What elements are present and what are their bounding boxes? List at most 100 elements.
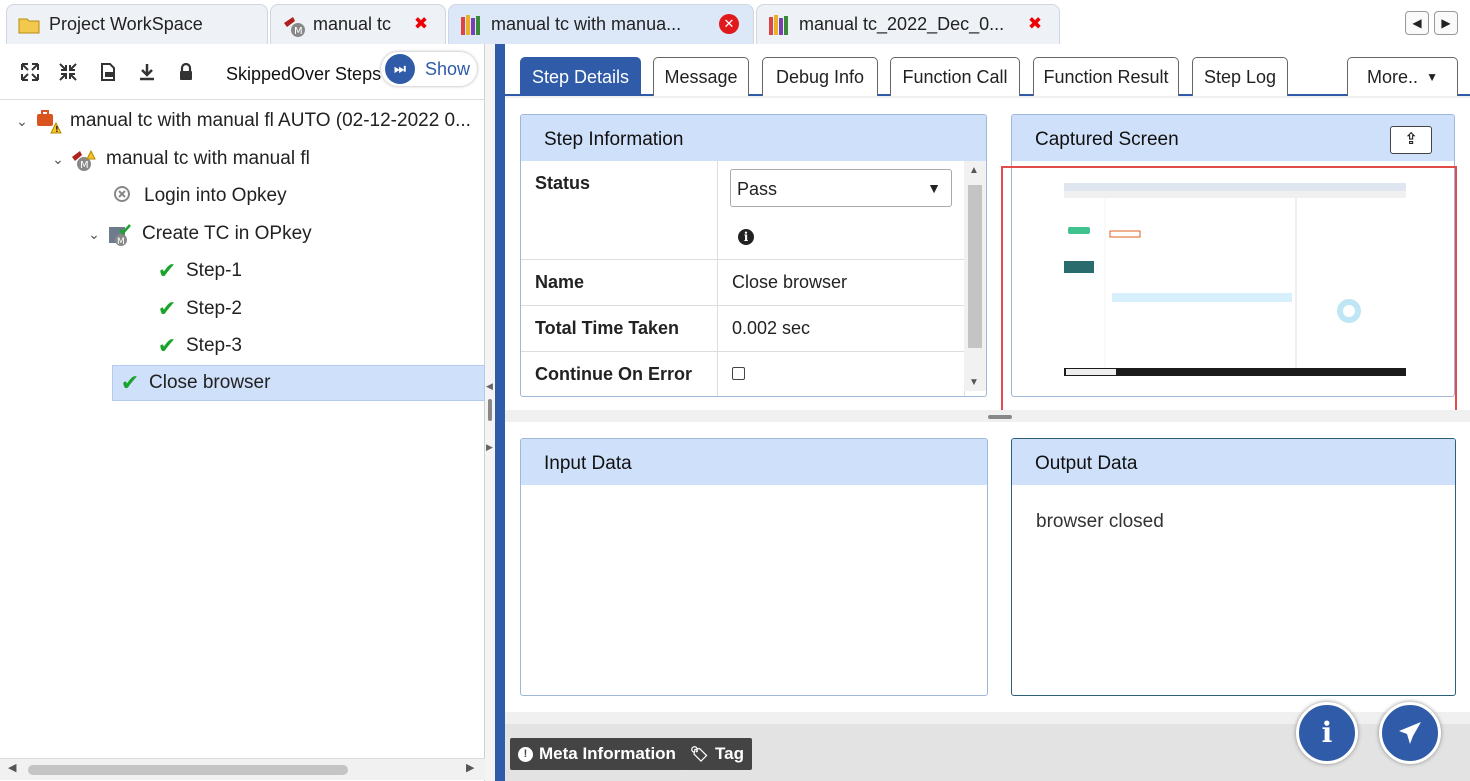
export-icon[interactable] (97, 62, 119, 84)
tab-manual-tc[interactable]: M manual tc ✖ (270, 4, 446, 44)
tab-function-call[interactable]: Function Call (890, 57, 1020, 96)
tab-step-details[interactable]: Step Details (520, 57, 641, 96)
check-icon: ✔ (157, 333, 177, 358)
tag-label: Tag (715, 744, 745, 763)
close-icon[interactable]: ✖ (411, 14, 431, 34)
info-icon: ! (518, 746, 533, 762)
tab-debug-info[interactable]: Debug Info (762, 57, 878, 96)
upload-icon[interactable]: ⇪ (1390, 126, 1432, 154)
tree-item-login[interactable]: Login into Opkey (110, 178, 485, 214)
skip-icon: ⏭ (385, 54, 415, 84)
tree-item-step-2[interactable]: ✔ Step-2 (154, 291, 485, 327)
collapse-left-icon[interactable]: ◀ (486, 381, 493, 392)
tag-button[interactable]: 🏷 Tag (682, 738, 753, 770)
caret-down-icon: ▼ (927, 180, 941, 196)
scroll-right-icon[interactable]: ▶ (1434, 11, 1458, 35)
close-icon[interactable]: ✖ (1025, 14, 1045, 34)
splitter-grip[interactable] (488, 399, 492, 421)
tree-item-label: Step-1 (186, 260, 242, 281)
check-icon: ✔ (157, 258, 177, 283)
tree-item-label: Login into Opkey (144, 185, 287, 206)
scroll-down-icon[interactable]: ▼ (969, 377, 979, 388)
step-information-card: Step Information Status Pass ▼ i Name Cl… (520, 114, 987, 397)
testcase-warning-icon: M (70, 146, 96, 172)
show-label: Show (425, 58, 471, 79)
horizontal-scrollbar[interactable]: ◀ ▶ (0, 758, 485, 780)
plane-fab[interactable] (1379, 702, 1441, 764)
scroll-thumb[interactable] (28, 765, 348, 775)
expand-right-icon[interactable]: ▶ (486, 442, 493, 453)
lock-icon[interactable] (175, 62, 197, 84)
scroll-thumb[interactable] (968, 185, 982, 348)
tree-item-label: manual tc with manual fl AUTO (02-12-202… (70, 110, 471, 131)
tree-item-label: Create TC in OPkey (142, 223, 312, 244)
tab-step-log[interactable]: Step Log (1192, 57, 1288, 96)
status-select[interactable]: Pass ▼ (730, 169, 952, 207)
tree-item-step-3[interactable]: ✔ Step-3 (154, 328, 485, 364)
step-information-title: Step Information (521, 115, 986, 161)
tab-project-workspace[interactable]: Project WorkSpace (6, 4, 268, 44)
tree-item-label: Step-3 (186, 335, 242, 356)
check-icon: ✔ (157, 296, 177, 321)
info-icon[interactable]: i (738, 229, 754, 245)
panel-splitter[interactable]: ◀ ▶ (485, 44, 495, 781)
tree-item-suite-run[interactable]: ⌄ ! manual tc with manual fl AUTO (02-12… (10, 103, 485, 139)
expand-icon[interactable] (19, 62, 41, 84)
tab-more[interactable]: More.. ▼ (1347, 57, 1458, 96)
tree-item-step-1[interactable]: ✔ Step-1 (154, 253, 485, 289)
check-icon: ✔ (120, 370, 140, 395)
collapse-icon[interactable] (57, 62, 79, 84)
tree-toolbar: SkippedOver Steps ⏭ Show (0, 44, 485, 100)
output-data-value: browser closed (1036, 511, 1164, 532)
vertical-scrollbar[interactable]: ▲ ▼ (964, 161, 986, 391)
info-fab[interactable]: i (1296, 702, 1358, 764)
show-skipped-toggle[interactable]: ⏭ Show (381, 52, 477, 86)
download-icon[interactable] (136, 62, 158, 84)
scroll-up-icon[interactable]: ▲ (969, 165, 979, 176)
scroll-left-arrow-icon[interactable]: ◀ (8, 761, 16, 774)
time-label: Total Time Taken (521, 305, 718, 352)
splitter-grip[interactable] (988, 415, 1012, 419)
chevron-down-icon[interactable]: ⌄ (46, 151, 70, 168)
skipped-over-steps-label: SkippedOver Steps (226, 64, 382, 84)
folder-icon (17, 13, 41, 37)
more-label: More.. (1367, 66, 1419, 87)
continue-on-error-label: Continue On Error (521, 351, 718, 396)
svg-text:M: M (117, 237, 125, 247)
tab-message[interactable]: Message (653, 57, 749, 96)
tab-label: manual tc (313, 14, 392, 34)
suite-icon (767, 13, 791, 37)
close-icon[interactable]: ✕ (719, 14, 739, 34)
function-library-icon: M (106, 221, 132, 247)
continue-on-error-checkbox[interactable] (732, 366, 745, 380)
svg-text:M: M (294, 26, 303, 37)
tree-item-create-tc[interactable]: ⌄ M Create TC in OPkey (82, 216, 485, 252)
detail-tab-bar: Step Details Message Debug Info Function… (505, 44, 1470, 96)
chevron-down-icon[interactable]: ⌄ (82, 226, 106, 243)
document-tab-bar: Project WorkSpace M manual tc ✖ manual t… (0, 0, 1470, 44)
meta-information-label: Meta Information (539, 744, 676, 763)
scroll-left-icon[interactable]: ◀ (1405, 11, 1429, 35)
tree-item-testcase[interactable]: ⌄ M manual tc with manual fl (46, 141, 485, 177)
suite-icon (459, 13, 483, 37)
input-data-title: Input Data (521, 439, 987, 485)
svg-text:M: M (80, 160, 89, 171)
tab-manual-tc-2022[interactable]: manual tc_2022_Dec_0... ✖ (756, 4, 1060, 44)
tree-item-label: manual tc with manual fl (106, 148, 310, 169)
tab-function-result[interactable]: Function Result (1033, 57, 1179, 96)
tree-item-close-browser[interactable]: ✔ Close browser (112, 365, 485, 401)
scroll-right-arrow-icon[interactable]: ▶ (466, 761, 474, 774)
name-label: Name (521, 259, 718, 306)
testcase-icon: M (281, 13, 305, 37)
chevron-down-icon[interactable]: ⌄ (10, 113, 34, 130)
vertical-splitter[interactable] (505, 410, 1470, 422)
status-label: Status (521, 161, 718, 260)
caret-down-icon: ▼ (1426, 70, 1438, 84)
lower-section: Input Data Output Data browser closed (505, 422, 1470, 712)
step-information-table: Status Pass ▼ i Name Close browser Total… (521, 161, 965, 396)
captured-screen-title: Captured Screen (1012, 115, 1454, 161)
info-icon: i (1321, 716, 1333, 749)
tab-label: Project WorkSpace (49, 14, 203, 34)
meta-information-button[interactable]: ! Meta Information (510, 738, 684, 770)
tab-manual-tc-with-manual[interactable]: manual tc with manua... ✕ (448, 4, 754, 44)
